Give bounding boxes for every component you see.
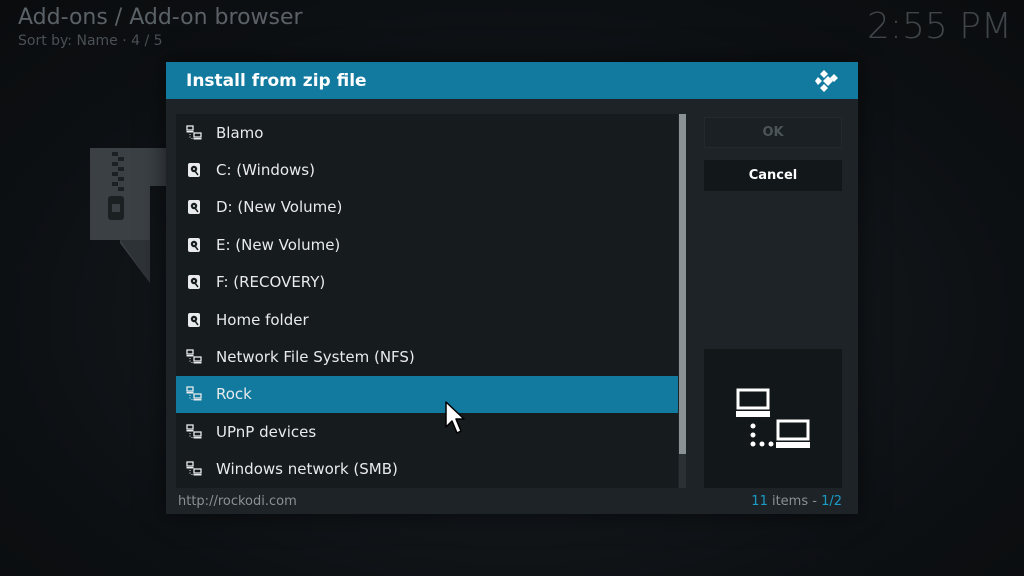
- list-item[interactable]: Windows network (SMB): [176, 451, 678, 488]
- network-icon: [186, 349, 202, 364]
- list-item-label: Rock: [216, 385, 252, 404]
- network-icon: [186, 124, 202, 139]
- list-scrollbar[interactable]: [679, 114, 686, 488]
- item-count-label: items -: [767, 494, 822, 509]
- network-icon: [186, 386, 202, 401]
- list-item-label: D: (New Volume): [216, 198, 343, 217]
- cancel-button[interactable]: Cancel: [704, 160, 842, 191]
- page-indicator: 1/2: [821, 494, 842, 509]
- drive-icon: [188, 237, 200, 252]
- list-item-label: E: (New Volume): [216, 235, 341, 254]
- zip-addon-icon: [90, 148, 170, 283]
- list-item-label: Home folder: [216, 310, 309, 329]
- network-icon: [186, 424, 202, 439]
- list-item-label: Network File System (NFS): [216, 347, 415, 366]
- list-item[interactable]: E: (New Volume): [176, 226, 678, 263]
- scrollbar-thumb[interactable]: [679, 114, 686, 454]
- source-list: Blamo C: (Windows) D: (New Volume) E: (New …: [176, 114, 678, 488]
- ok-button[interactable]: OK: [704, 117, 842, 148]
- install-from-zip-dialog: Install from zip file Blamo C: (Windows) D…: [166, 62, 858, 514]
- list-item[interactable]: Home folder: [176, 301, 678, 338]
- dialog-header: Install from zip file: [166, 62, 858, 99]
- list-item[interactable]: UPnP devices: [176, 413, 678, 450]
- list-item-label: Windows network (SMB): [216, 460, 398, 479]
- list-item-label: Blamo: [216, 123, 264, 142]
- drive-icon: [188, 200, 200, 215]
- list-item[interactable]: Network File System (NFS): [176, 338, 678, 375]
- list-item[interactable]: Blamo: [176, 114, 678, 151]
- item-count: 11 items - 1/2: [751, 494, 842, 509]
- mouse-cursor-icon: [445, 401, 465, 434]
- drive-icon: [188, 312, 200, 327]
- dialog-title: Install from zip file: [186, 70, 367, 91]
- list-item[interactable]: F: (RECOVERY): [176, 264, 678, 301]
- clock: 2:55 PM: [866, 6, 1012, 47]
- page-title: Add-ons / Add-on browser: [18, 5, 303, 30]
- list-item-label: UPnP devices: [216, 422, 317, 441]
- current-path: http://rockodi.com: [178, 494, 297, 509]
- list-item-label: F: (RECOVERY): [216, 273, 326, 292]
- background-header: Add-ons / Add-on browser Sort by: Name ·…: [18, 4, 303, 50]
- sort-info: Sort by: Name · 4 / 5: [18, 33, 163, 49]
- kodi-screen: Add-ons / Add-on browser Sort by: Name ·…: [0, 0, 1024, 576]
- drive-icon: [188, 275, 200, 290]
- kodi-logo-icon: [815, 69, 838, 92]
- list-item[interactable]: Rock: [176, 375, 678, 413]
- preview-thumbnail: [704, 349, 842, 488]
- network-icon: [186, 461, 202, 476]
- drive-icon: [188, 162, 200, 177]
- list-item-label: C: (Windows): [216, 160, 315, 179]
- network-computers-icon: [736, 388, 810, 448]
- item-count-number: 11: [751, 494, 768, 509]
- list-item[interactable]: D: (New Volume): [176, 189, 678, 226]
- list-item[interactable]: C: (Windows): [176, 151, 678, 188]
